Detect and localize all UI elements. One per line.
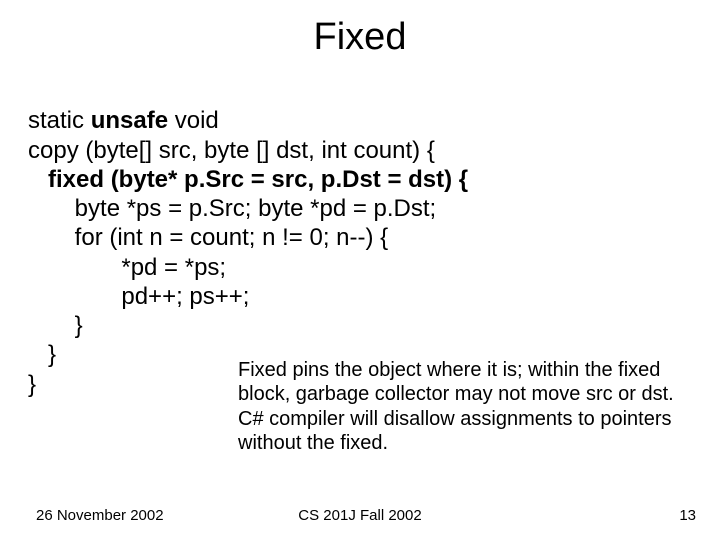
code-line-8: }	[28, 312, 83, 339]
code-line-10: }	[28, 371, 36, 398]
footer-page-number: 13	[679, 507, 696, 524]
code-block: static unsafe void copy (byte[] src, byt…	[28, 77, 692, 399]
code-line-6: *pd = *ps;	[28, 254, 226, 281]
code-line-4: byte *ps = p.Src; byte *pd = p.Dst;	[28, 195, 436, 222]
footer-course: CS 201J Fall 2002	[0, 507, 720, 524]
code-line-2: copy (byte[] src, byte [] dst, int count…	[28, 137, 435, 164]
code-line-7: pd++; ps++;	[28, 283, 249, 310]
code-line-3: fixed (byte* p.Src = src, p.Dst = dst) {	[28, 166, 468, 193]
explanatory-note: Fixed pins the object where it is; withi…	[238, 358, 686, 456]
code-line-5: for (int n = count; n != 0; n--) {	[28, 224, 388, 251]
code-line-1: static unsafe void	[28, 107, 219, 134]
slide: Fixed static unsafe void copy (byte[] sr…	[0, 0, 720, 540]
code-line-9: }	[28, 341, 56, 368]
slide-title: Fixed	[28, 16, 692, 59]
